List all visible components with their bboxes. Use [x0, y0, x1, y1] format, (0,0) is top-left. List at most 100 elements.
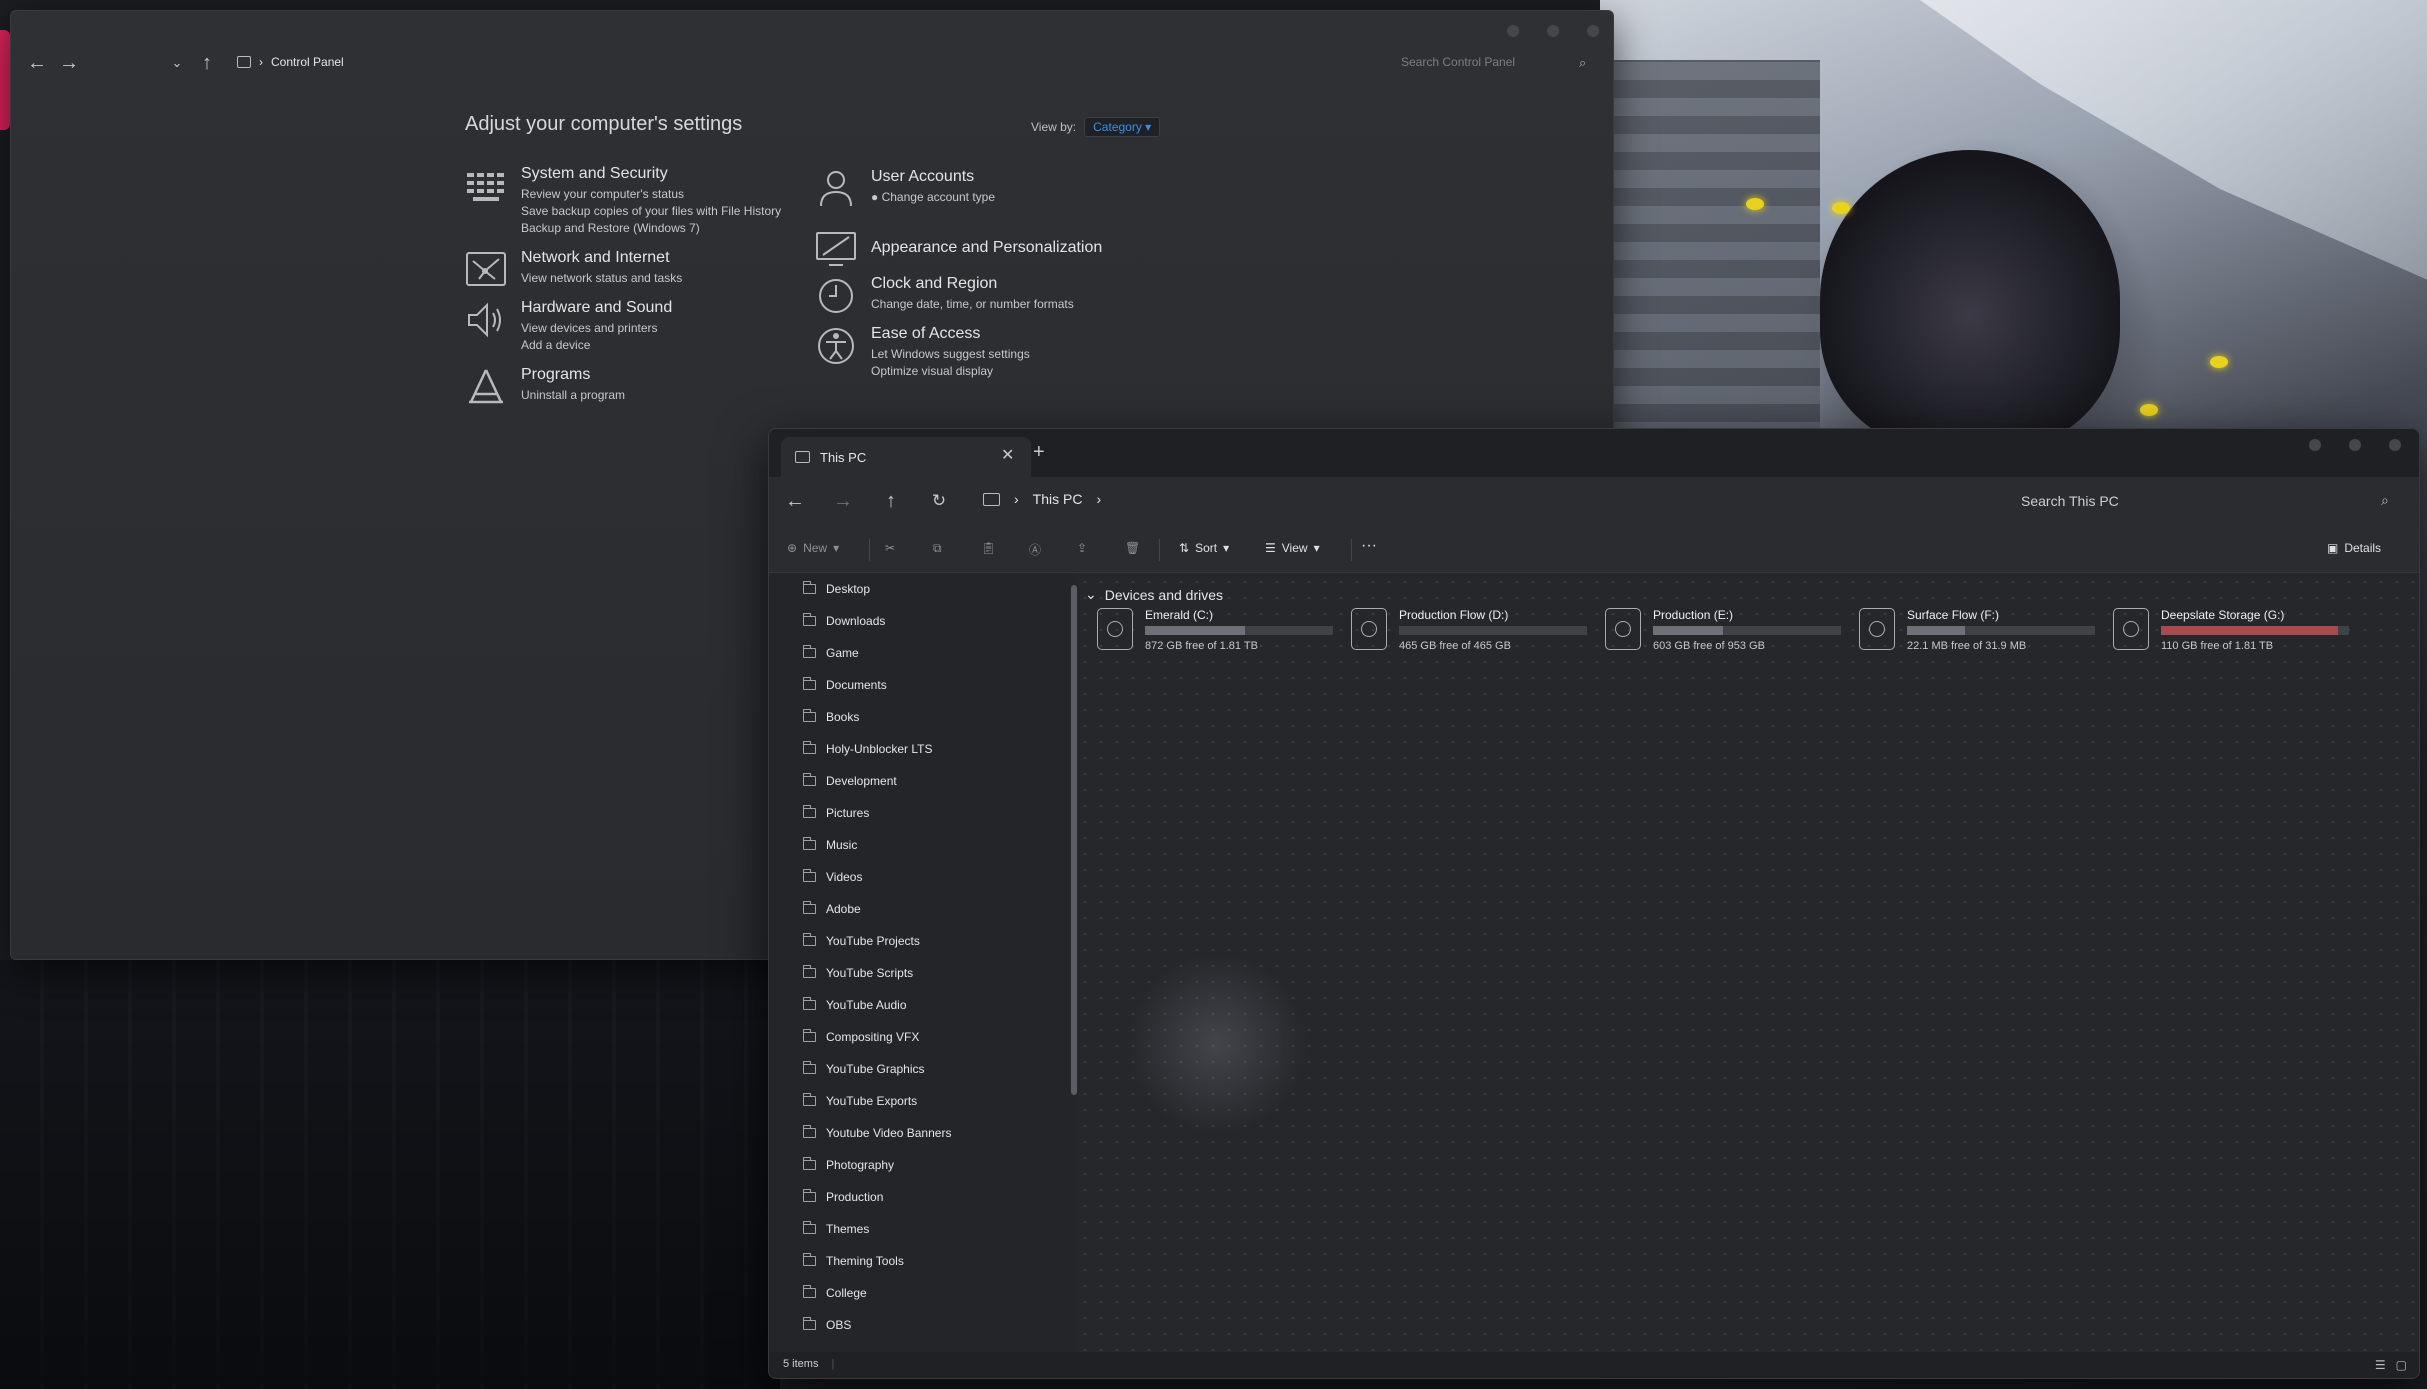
search-icon[interactable]: ⌕: [1579, 55, 1586, 71]
programs-link[interactable]: Uninstall a program: [521, 387, 625, 404]
details-button[interactable]: ▣ Details: [2327, 541, 2381, 555]
sidebar-item[interactable]: Photography: [803, 1152, 894, 1178]
drive-tile[interactable]: Surface Flow (F:) 22.1 MB free of 31.9 MB: [1859, 608, 2099, 660]
clock-region-link[interactable]: Change date, time, or number formats: [871, 296, 1074, 313]
paste-icon[interactable]: 📋︎: [981, 541, 996, 555]
network-icon[interactable]: [465, 249, 507, 291]
devices-drives-header[interactable]: ⌄ Devices and drives: [1085, 586, 1223, 603]
sidebar-item-label: Game: [826, 646, 859, 660]
sidebar-item[interactable]: YouTube Projects: [803, 928, 920, 954]
search-input[interactable]: Search Control Panel: [1401, 55, 1601, 75]
sidebar-item[interactable]: Music: [803, 832, 857, 858]
system-security-link[interactable]: Backup and Restore (Windows 7): [521, 220, 781, 237]
view-button[interactable]: ☰ View ▾: [1265, 541, 1320, 555]
system-security-link[interactable]: Save backup copies of your files with Fi…: [521, 203, 781, 220]
delete-icon[interactable]: 🗑︎: [1125, 541, 1140, 555]
hardware-sound-link[interactable]: Add a device: [521, 337, 672, 354]
appearance-title[interactable]: Appearance and Personalization: [871, 239, 1102, 257]
details-view-icon[interactable]: ☰: [2375, 1358, 2386, 1372]
forward-arrow-icon[interactable]: →: [55, 49, 83, 77]
new-tab-icon[interactable]: +: [1033, 441, 1045, 464]
sidebar-item[interactable]: YouTube Graphics: [803, 1056, 925, 1082]
refresh-icon[interactable]: ↻: [925, 487, 953, 515]
sidebar-item[interactable]: OBS: [803, 1312, 851, 1338]
share-icon[interactable]: ⇪: [1077, 541, 1087, 555]
back-arrow-icon[interactable]: ←: [781, 487, 809, 515]
forward-arrow-icon[interactable]: →: [829, 487, 857, 515]
maximize-button[interactable]: [1547, 25, 1559, 37]
programs-title[interactable]: Programs: [521, 366, 625, 384]
sort-button[interactable]: ⇅ Sort ▾: [1179, 541, 1229, 555]
breadcrumb-control-panel[interactable]: Control Panel: [271, 55, 344, 69]
cut-icon[interactable]: ✂: [885, 541, 895, 555]
tiles-view-icon[interactable]: ▢: [2396, 1358, 2407, 1372]
copy-icon[interactable]: ⧉: [933, 541, 942, 556]
search-input[interactable]: Search This PC: [1999, 485, 2399, 517]
sidebar-item[interactable]: Documents: [803, 672, 887, 698]
tab-this-pc[interactable]: This PC ✕: [781, 437, 1031, 477]
sidebar-item[interactable]: Theming Tools: [803, 1248, 904, 1274]
sidebar-item[interactable]: YouTube Exports: [803, 1088, 917, 1114]
sidebar-item[interactable]: YouTube Audio: [803, 992, 907, 1018]
hardware-sound-link[interactable]: View devices and printers: [521, 320, 672, 337]
system-security-title[interactable]: System and Security: [521, 165, 781, 183]
maximize-button[interactable]: [2349, 439, 2361, 451]
minimize-button[interactable]: [1507, 25, 1519, 37]
speaker-icon[interactable]: [465, 299, 507, 341]
sidebar-item[interactable]: Videos: [803, 864, 862, 890]
up-arrow-icon[interactable]: ↑: [193, 49, 221, 77]
sidebar-item[interactable]: Development: [803, 768, 897, 794]
recent-locations-chevron-icon[interactable]: ⌄: [163, 49, 191, 77]
hardware-sound-title[interactable]: Hardware and Sound: [521, 299, 672, 317]
system-security-icon[interactable]: [465, 165, 507, 207]
sidebar-item[interactable]: Pictures: [803, 800, 869, 826]
sidebar-item-label: Photography: [826, 1158, 895, 1172]
sidebar-item[interactable]: Game: [803, 640, 859, 666]
sidebar-item[interactable]: Desktop: [803, 576, 870, 602]
monitor-icon[interactable]: [815, 229, 857, 271]
sidebar-item[interactable]: YouTube Scripts: [803, 960, 913, 986]
clock-icon[interactable]: [815, 275, 857, 317]
sidebar-item[interactable]: College: [803, 1280, 867, 1306]
user-accounts-title[interactable]: User Accounts: [871, 168, 995, 186]
breadcrumb[interactable]: › Control Panel: [237, 55, 344, 69]
sidebar-item[interactable]: Themes: [803, 1216, 869, 1242]
sidebar-item[interactable]: Youtube Video Banners: [803, 1120, 951, 1146]
accessibility-icon[interactable]: [815, 325, 857, 367]
close-tab-icon[interactable]: ✕: [1001, 445, 1014, 465]
breadcrumb-separator-icon[interactable]: ›: [1096, 491, 1101, 507]
sidebar-item[interactable]: Books: [803, 704, 859, 730]
sidebar-item[interactable]: Compositing VFX: [803, 1024, 919, 1050]
close-button[interactable]: [2389, 439, 2401, 451]
item-count: 5 items: [783, 1358, 819, 1370]
search-icon[interactable]: ⌕: [2381, 492, 2389, 509]
drive-tile[interactable]: Emerald (C:) 872 GB free of 1.81 TB: [1097, 608, 1337, 660]
clock-region-title[interactable]: Clock and Region: [871, 275, 1074, 293]
view-by-select[interactable]: Category ▾: [1084, 117, 1161, 137]
minimize-button[interactable]: [2309, 439, 2321, 451]
rename-icon[interactable]: Ⓐ: [1029, 541, 1041, 558]
network-internet-link[interactable]: View network status and tasks: [521, 270, 682, 287]
sidebar-item[interactable]: Holy-Unblocker LTS: [803, 736, 932, 762]
drive-tile[interactable]: Deepslate Storage (G:) 110 GB free of 1.8…: [2113, 608, 2353, 660]
programs-icon[interactable]: [465, 366, 507, 408]
sidebar-item[interactable]: Adobe: [803, 896, 861, 922]
up-arrow-icon[interactable]: ↑: [877, 487, 905, 515]
user-icon[interactable]: [815, 168, 857, 210]
user-accounts-link[interactable]: ● Change account type: [871, 189, 995, 206]
breadcrumb-this-pc[interactable]: This PC: [1033, 491, 1083, 507]
new-button[interactable]: ⊕ New ▾: [787, 541, 839, 555]
back-arrow-icon[interactable]: ←: [23, 49, 51, 77]
system-security-link[interactable]: Review your computer's status: [521, 186, 781, 203]
ease-of-access-link[interactable]: Optimize visual display: [871, 363, 1030, 380]
close-button[interactable]: [1587, 25, 1599, 37]
ease-of-access-link[interactable]: Let Windows suggest settings: [871, 346, 1030, 363]
ease-of-access-title[interactable]: Ease of Access: [871, 325, 1030, 343]
sidebar-item[interactable]: Production: [803, 1184, 883, 1210]
network-internet-title[interactable]: Network and Internet: [521, 249, 682, 267]
more-options-icon[interactable]: ···: [1361, 537, 1377, 555]
drive-tile[interactable]: Production (E:) 603 GB free of 953 GB: [1605, 608, 1845, 660]
sidebar-item[interactable]: Downloads: [803, 608, 885, 634]
drive-tile[interactable]: Production Flow (D:) 465 GB free of 465 G…: [1351, 608, 1591, 660]
breadcrumb[interactable]: › This PC ›: [983, 491, 1101, 507]
